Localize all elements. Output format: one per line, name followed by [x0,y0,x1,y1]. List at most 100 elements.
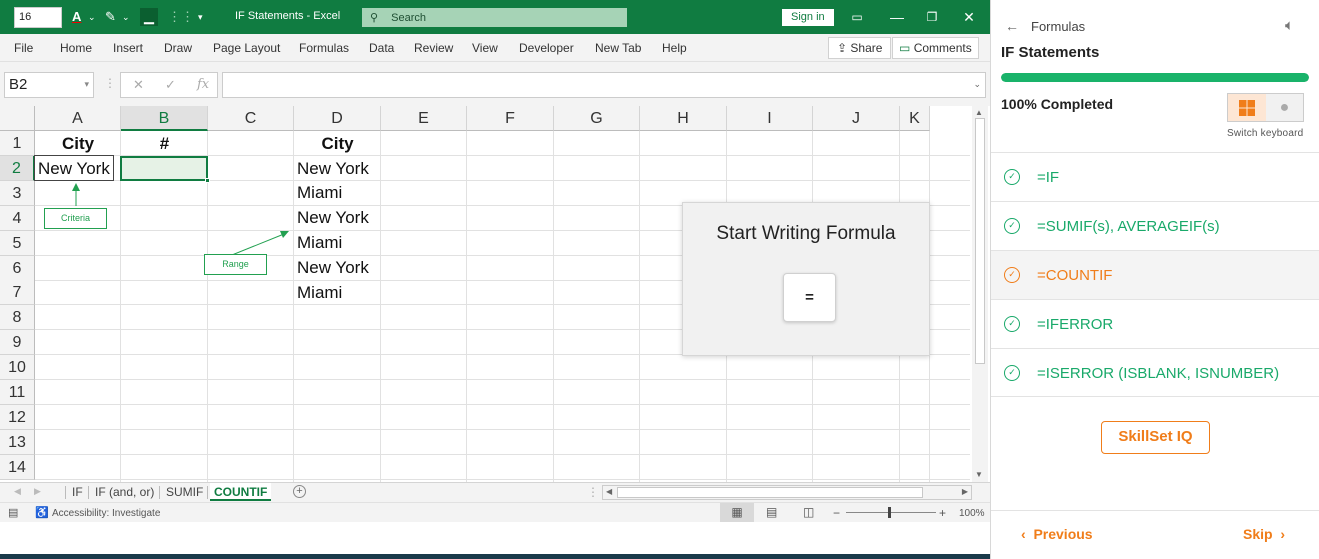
splitter-handle-icon[interactable]: ⋮ [587,485,599,499]
menu-help[interactable]: Help [662,41,687,55]
sheet-tab-if-and-or[interactable]: IF (and, or) [95,485,154,499]
sheet-tab-countif[interactable]: COUNTIF [210,483,272,501]
menu-developer[interactable]: Developer [519,41,574,55]
menu-data[interactable]: Data [369,41,394,55]
comments-button[interactable]: ▭ Comments [892,37,979,59]
row-header-12[interactable]: 12 [0,404,35,430]
cell-d1[interactable]: City [294,132,381,156]
row-header-14[interactable]: 14 [0,454,35,480]
equals-button[interactable]: = [783,273,836,322]
highlight-icon[interactable]: ✎ [105,8,116,26]
menu-new-tab[interactable]: New Tab [595,41,641,55]
sheet-tab-sumif[interactable]: SUMIF [166,485,203,499]
drag-handle-icon[interactable]: ⋮ [104,76,116,90]
page-layout-view-icon[interactable]: ▤ [766,505,777,519]
scroll-down-icon[interactable]: ▼ [975,470,983,479]
insert-function-icon[interactable]: fx [197,77,209,92]
topic-if[interactable]: ✓ =IF [991,152,1319,201]
restore-icon[interactable]: ❐ [921,7,943,27]
cancel-icon[interactable]: ✕ [133,77,144,93]
horizontal-scrollbar[interactable]: ◀ ▶ [602,485,972,500]
horizontal-scroll-thumb[interactable] [617,487,923,498]
topic-iferror[interactable]: ✓ =IFERROR [991,299,1319,348]
scroll-right-icon[interactable]: ▶ [962,487,968,496]
vertical-scrollbar[interactable]: ▲ ▼ [972,106,988,482]
font-color-icon[interactable]: A [72,8,81,26]
expand-formula-bar-icon[interactable]: ⌄ [973,79,981,90]
zoom-slider-thumb[interactable] [888,507,891,518]
topic-iserror[interactable]: ✓ =ISERROR (ISBLANK, ISNUMBER) [991,348,1319,397]
sheet-tab-if[interactable]: IF [72,485,83,499]
zoom-in-icon[interactable]: + [939,506,946,520]
sign-in-button[interactable]: Sign in [782,9,834,26]
row-header-8[interactable]: 8 [0,305,35,331]
share-button[interactable]: ⇪ Share [828,37,892,59]
next-sheet-icon[interactable]: ▶ [34,486,41,497]
page-break-view-icon[interactable]: ◫ [803,505,814,519]
row-header-10[interactable]: 10 [0,355,35,381]
previous-button[interactable]: ‹ Previous [1021,526,1093,542]
chevron-down-icon[interactable]: ⌄ [122,8,130,26]
column-header-e[interactable]: E [381,106,467,131]
menu-file[interactable]: File [14,41,33,55]
cell-d5[interactable]: Miami [294,231,381,255]
topic-countif[interactable]: ✓ =COUNTIF [991,250,1319,299]
menu-home[interactable]: Home [60,41,92,55]
cell-d7[interactable]: Miami [294,281,381,305]
close-icon[interactable]: ✕ [958,7,980,27]
menu-review[interactable]: Review [414,41,453,55]
cell-d2[interactable]: New York [294,157,381,181]
back-arrow-icon[interactable]: ← [1005,18,1019,34]
menu-view[interactable]: View [472,41,498,55]
menu-insert[interactable]: Insert [113,41,143,55]
enter-icon[interactable]: ✓ [165,77,176,93]
vertical-scroll-thumb[interactable] [975,118,985,364]
normal-view-icon[interactable]: ▦ [720,503,754,522]
column-header-h[interactable]: H [640,106,727,131]
name-box[interactable]: B2 ▾ [4,72,94,98]
skip-button[interactable]: Skip › [1243,526,1285,542]
zoom-slider[interactable] [846,512,936,513]
row-header-13[interactable]: 13 [0,429,35,455]
column-header-j[interactable]: J [813,106,900,131]
accessibility-icon[interactable]: ♿ [35,506,49,519]
chevron-down-icon[interactable]: ▾ [84,79,89,90]
chevron-down-icon[interactable]: ⌄ [88,8,96,26]
cell-d4[interactable]: New York [294,206,381,230]
grid-borders-icon[interactable]: ⋮⋮ [168,8,194,26]
menu-formulas[interactable]: Formulas [299,41,349,55]
menu-draw[interactable]: Draw [164,41,192,55]
topic-list: ✓ =IF ✓ =SUMIF(s), AVERAGEIF(s) ✓ =COUNT… [991,152,1319,397]
panel-breadcrumb[interactable]: Formulas [1031,19,1085,34]
prev-sheet-icon[interactable]: ◀ [14,486,21,497]
customize-toolbar-icon[interactable]: ▾ [198,8,203,26]
scroll-up-icon[interactable]: ▲ [975,108,983,117]
column-header-k[interactable]: K [900,106,930,131]
formula-input[interactable]: ⌄ [222,72,986,98]
mac-keyboard-option[interactable]: ● [1266,94,1303,121]
column-header-d[interactable]: D [294,106,381,131]
accessibility-status[interactable]: Accessibility: Investigate [52,508,160,519]
borders-icon[interactable]: ▁ [140,8,158,26]
keyboard-toggle[interactable]: ● [1227,93,1304,122]
scroll-left-icon[interactable]: ◀ [606,487,612,496]
menu-page-layout[interactable]: Page Layout [213,41,280,55]
row-header-11[interactable]: 11 [0,380,35,405]
row-header-9[interactable]: 9 [0,330,35,356]
search-box[interactable]: ⚲ Search [362,8,627,27]
speaker-icon[interactable]: 🔈︎ [1285,17,1294,34]
add-sheet-icon[interactable]: + [293,485,306,498]
column-header-g[interactable]: G [554,106,640,131]
column-header-f[interactable]: F [467,106,554,131]
ribbon-display-icon[interactable]: ▭ [846,7,868,27]
cell-d6[interactable]: New York [294,256,381,280]
minimize-icon[interactable]: — [886,7,908,27]
topic-sumif[interactable]: ✓ =SUMIF(s), AVERAGEIF(s) [991,201,1319,250]
font-size-box[interactable]: 16 [14,7,62,28]
zoom-out-icon[interactable]: − [833,506,840,520]
cell-d3[interactable]: Miami [294,181,381,205]
column-header-i[interactable]: I [727,106,813,131]
skillset-iq-button[interactable]: SkillSet IQ [1101,421,1210,454]
zoom-level[interactable]: 100% [959,508,985,519]
windows-keyboard-option[interactable] [1228,94,1266,121]
